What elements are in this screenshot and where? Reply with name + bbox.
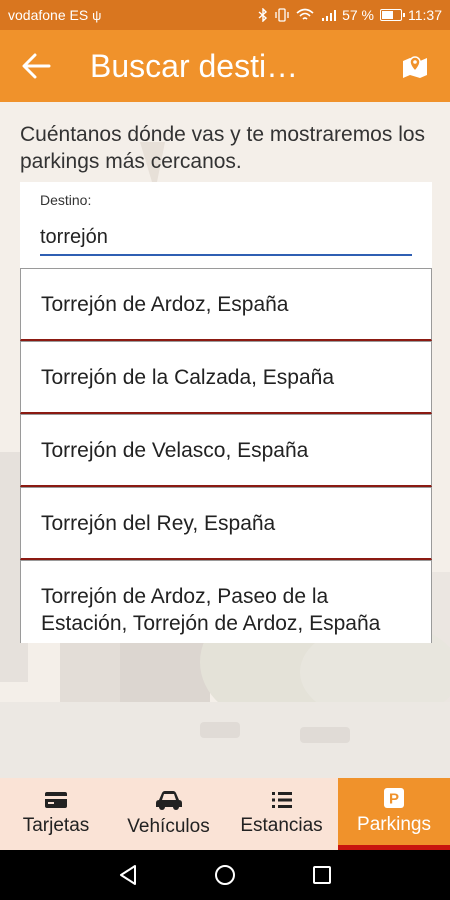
page-title: Buscar desti…	[90, 47, 299, 84]
back-button[interactable]	[0, 30, 72, 102]
signal-icon	[322, 10, 337, 21]
system-back-button[interactable]	[108, 855, 148, 895]
square-recents-icon	[312, 866, 331, 884]
tab-label: Estancias	[240, 815, 323, 836]
intro-text: Cuéntanos dónde vas y te mostraremos los…	[20, 123, 426, 173]
wifi-icon	[296, 8, 314, 20]
triangle-back-icon	[120, 865, 137, 885]
tab-vehiculos[interactable]: Vehículos	[112, 778, 225, 850]
app-bar: Buscar desti…	[0, 30, 450, 102]
tab-label: Parkings	[357, 813, 431, 835]
tab-tarjetas[interactable]: Tarjetas	[0, 778, 112, 850]
status-bar: vodafone ES ψ 57 % 11:37	[0, 0, 450, 30]
tab-estancias[interactable]: Estancias	[225, 778, 338, 850]
car-icon	[155, 791, 182, 810]
tab-label: Vehículos	[127, 816, 210, 837]
suggestion-item[interactable]: Torrejón de Ardoz, Paseo de la Estación,…	[20, 560, 432, 643]
map-marker-icon	[403, 56, 427, 78]
parking-icon: P	[384, 787, 404, 808]
destination-card: Destino:	[20, 182, 432, 270]
suggestions-list: Torrejón de Ardoz, España Torrejón de la…	[20, 268, 432, 643]
bluetooth-icon	[258, 8, 268, 22]
tab-parkings[interactable]: P Parkings	[338, 778, 450, 850]
battery-percent: 57 %	[342, 7, 374, 23]
svg-text:P: P	[389, 790, 399, 807]
battery-icon	[380, 9, 405, 21]
destination-input[interactable]	[40, 220, 412, 256]
map-view-button[interactable]	[380, 30, 450, 102]
tab-label: Tarjetas	[22, 815, 90, 836]
circle-home-icon	[214, 865, 235, 885]
battery-fill	[382, 11, 394, 19]
credit-card-icon	[45, 792, 67, 808]
suggestion-item[interactable]: Torrejón de Ardoz, España	[20, 268, 432, 341]
usb-icon: ψ	[92, 7, 102, 23]
destination-label: Destino:	[40, 192, 92, 208]
system-navigation-bar	[0, 850, 450, 900]
suggestion-item[interactable]: Torrejón de Velasco, España	[20, 414, 432, 487]
suggestion-item[interactable]: Torrejón de la Calzada, España	[20, 341, 432, 414]
vibrate-icon	[275, 8, 289, 22]
suggestion-item[interactable]: Torrejón del Rey, España	[20, 487, 432, 560]
system-home-button[interactable]	[205, 855, 245, 895]
status-time: 11:37	[408, 7, 442, 23]
arrow-back-icon	[22, 53, 51, 79]
system-recents-button[interactable]	[302, 855, 342, 895]
bottom-navigation: Tarjetas Vehículos Estancias P Parkings	[0, 778, 450, 850]
carrier-name: vodafone ES	[8, 7, 89, 23]
list-icon	[271, 792, 292, 808]
